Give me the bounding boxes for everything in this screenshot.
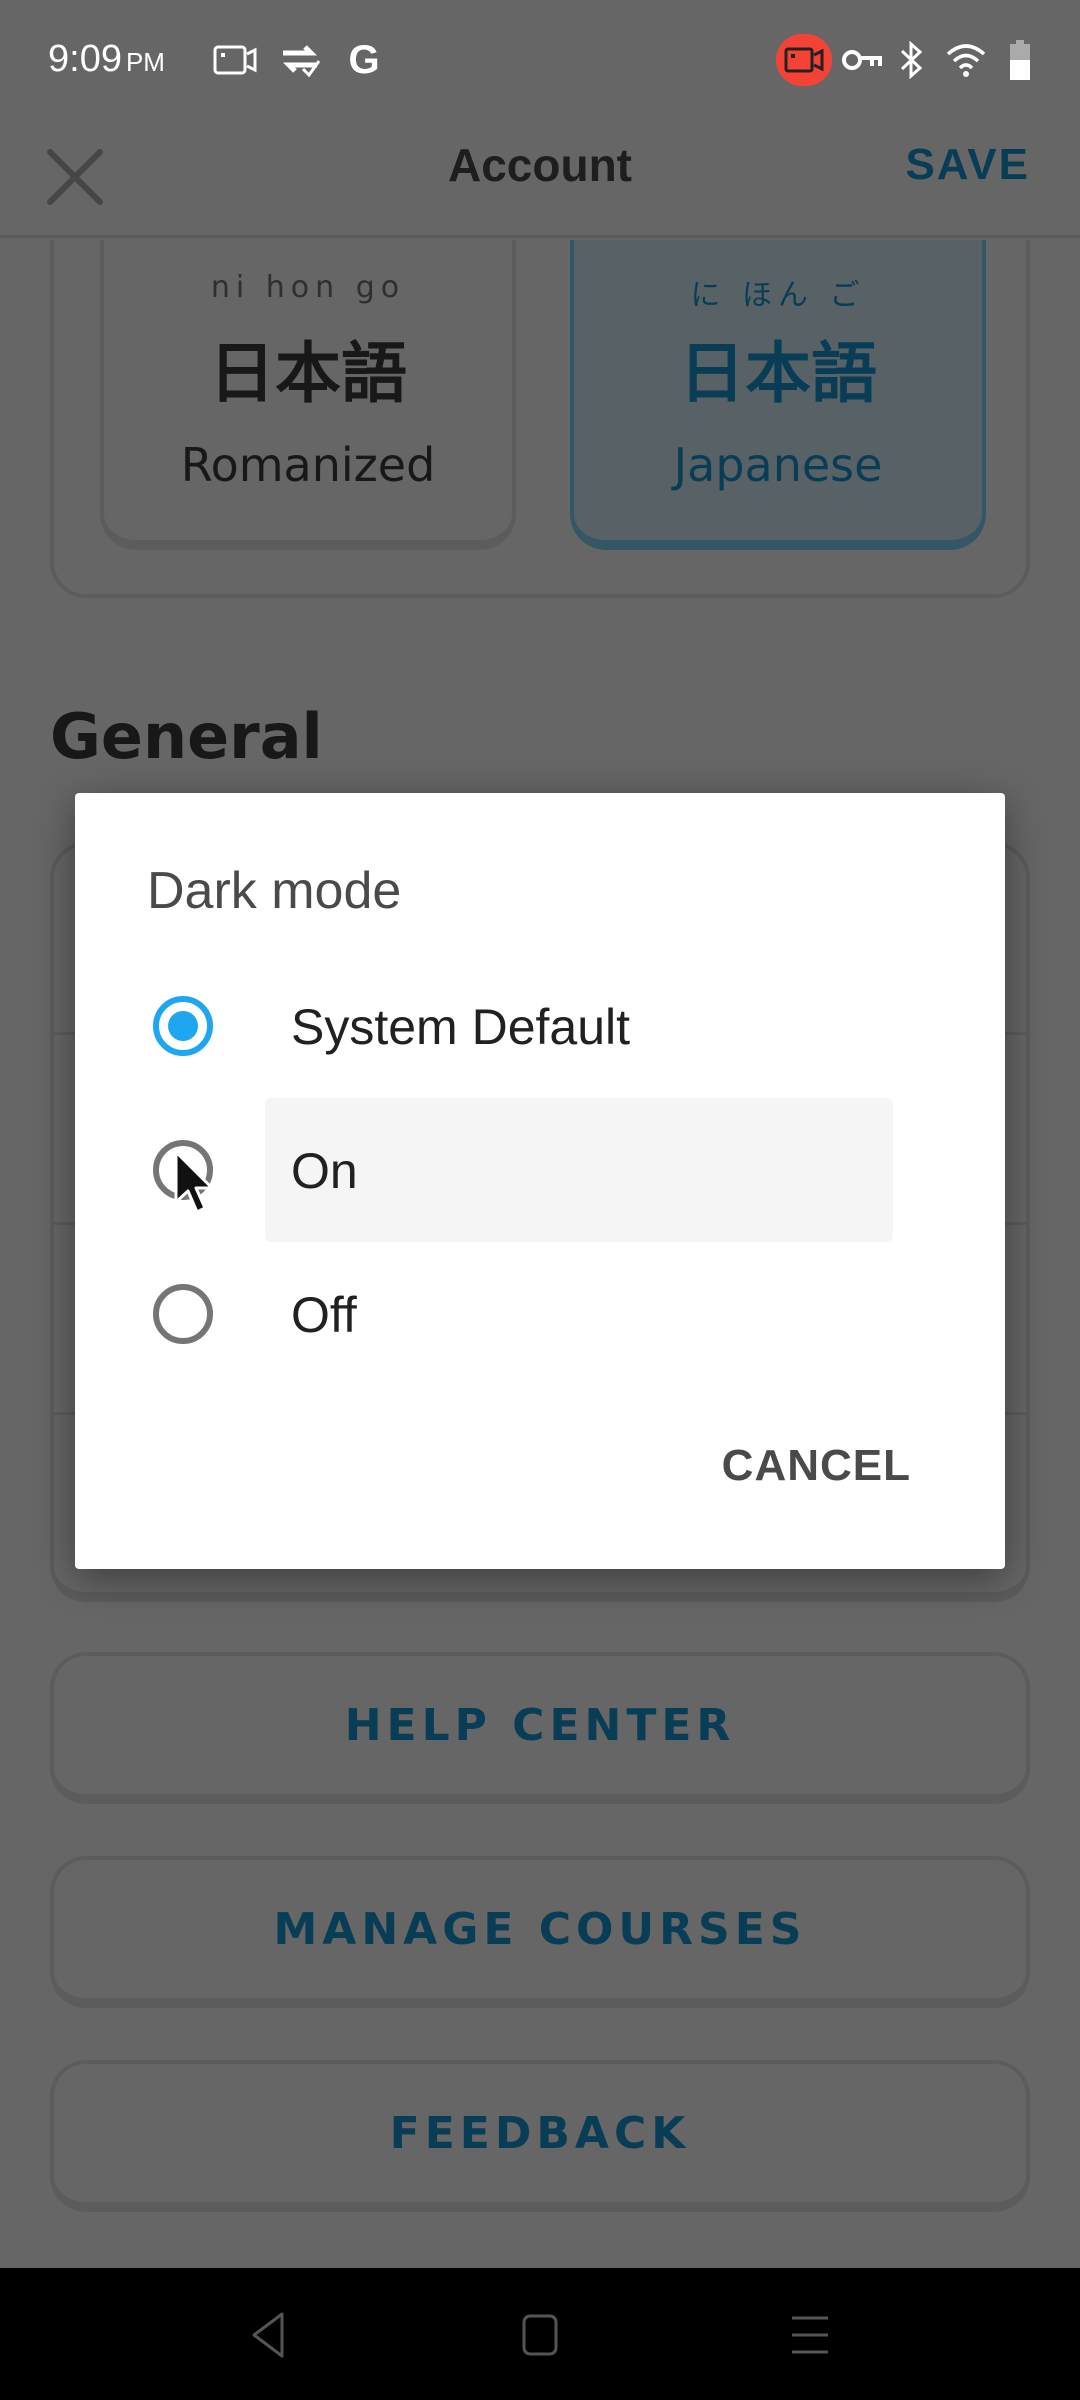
back-triangle-icon — [252, 2312, 284, 2358]
nav-recents-button[interactable] — [780, 2310, 840, 2360]
radio-unchecked-icon[interactable] — [153, 1284, 213, 1344]
dark-mode-option-system-default[interactable]: System Default — [75, 954, 1005, 1098]
mouse-cursor-icon — [172, 1148, 218, 1220]
time-text: 9:09 — [48, 38, 122, 80]
option-label: Off — [291, 1287, 357, 1343]
vpn-key-icon — [842, 40, 882, 80]
time-ampm: PM — [125, 47, 165, 77]
nav-home-button[interactable] — [510, 2310, 570, 2360]
recording-badge-icon — [776, 34, 832, 86]
option-label: On — [291, 1143, 358, 1199]
wifi-icon — [944, 40, 988, 80]
nav-back-button[interactable] — [240, 2310, 300, 2360]
press-highlight — [265, 1098, 893, 1242]
bluetooth-icon — [896, 40, 926, 80]
sync-check-icon — [278, 40, 322, 80]
dark-mode-option-off[interactable]: Off — [75, 1242, 1005, 1386]
cancel-button[interactable]: CANCEL — [722, 1441, 911, 1491]
status-bar: 9:09 PM G — [0, 0, 1080, 120]
system-nav-bar — [0, 2268, 1080, 2400]
home-square-icon — [522, 2314, 558, 2356]
battery-icon — [1006, 40, 1034, 80]
option-label: System Default — [291, 999, 631, 1055]
screen-record-icon — [212, 40, 258, 80]
recents-menu-icon — [792, 2316, 828, 2354]
radio-checked-icon[interactable] — [153, 996, 213, 1056]
status-time: 9:09 PM — [48, 38, 165, 81]
google-icon: G — [348, 37, 380, 82]
dialog-title: Dark mode — [147, 862, 402, 920]
